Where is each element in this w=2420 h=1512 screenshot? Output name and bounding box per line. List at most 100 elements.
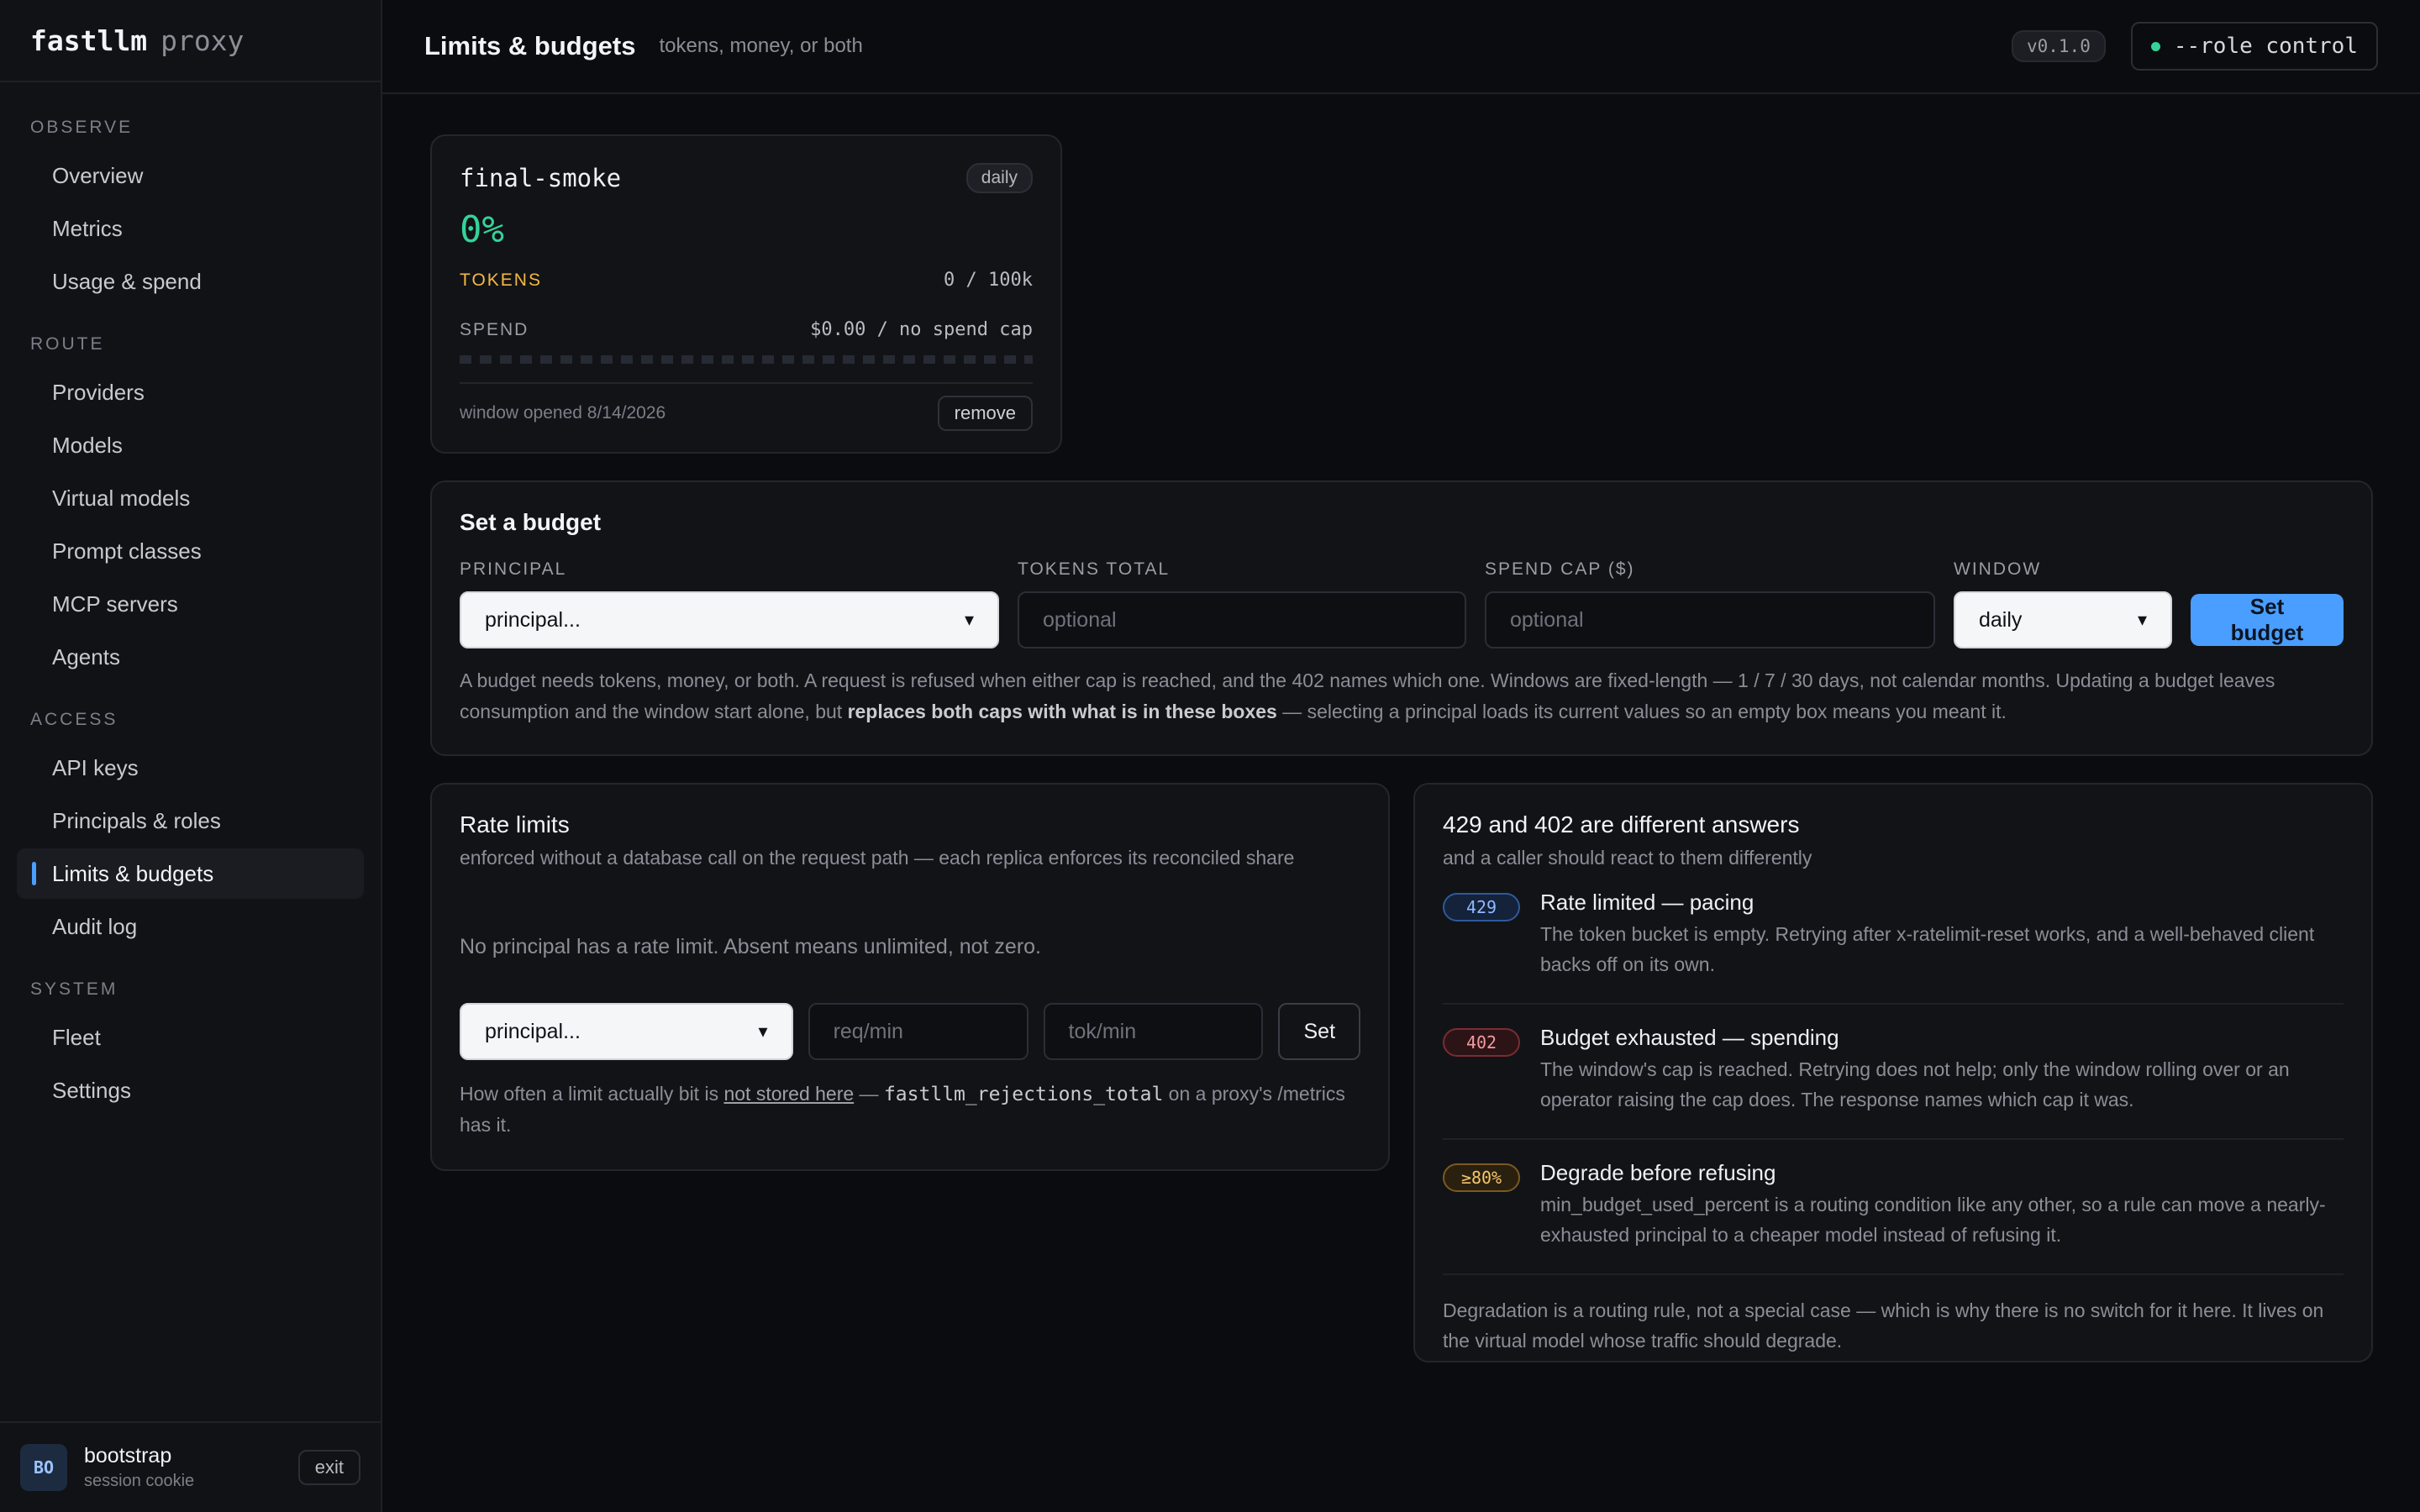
status-codes-title: 429 and 402 are different answers [1443, 811, 1800, 837]
list-item: 402 Budget exhausted — spending The wind… [1443, 1005, 2344, 1140]
rate-limits-empty: No principal has a rate limit. Absent me… [460, 935, 1042, 958]
rate-limits-card: Rate limits enforced without a database … [430, 783, 1390, 1171]
sidebar-item-limits-budgets[interactable]: Limits & budgets [17, 848, 364, 899]
tokens-total-label: TOKENS TOTAL [1018, 559, 1171, 579]
chevron-down-icon: ▾ [758, 1021, 768, 1042]
set-rate-limit-button[interactable]: Set [1278, 1003, 1361, 1060]
budget-card: final-smoke daily 0% TOKENS 0 / 100k SPE… [430, 134, 1062, 454]
principal-select[interactable]: principal... ▾ [460, 591, 999, 648]
tokens-total-input[interactable]: optional [1018, 591, 1466, 648]
version-badge: v0.1.0 [2011, 30, 2106, 62]
sidebar-item-settings[interactable]: Settings [17, 1065, 364, 1116]
status-codes-card: 429 and 402 are different answers and a … [1413, 783, 2373, 1362]
answer-text: The window's cap is reached. Retrying do… [1540, 1058, 2290, 1110]
header-right: v0.1.0 --role control [2011, 22, 2378, 71]
answer-title: Degrade before refusing [1540, 1160, 1776, 1185]
sidebar-item-virtual-models[interactable]: Virtual models [17, 473, 364, 523]
set-budget-button[interactable]: Set budget [2191, 594, 2344, 646]
nav-section-system: SYSTEM [30, 979, 118, 999]
spend-label: SPEND [460, 319, 529, 339]
spend-cap-label: SPEND CAP ($) [1485, 559, 1635, 579]
sidebar-item-usage-spend[interactable]: Usage & spend [17, 256, 364, 307]
sidebar-item-mcp-servers[interactable]: MCP servers [17, 579, 364, 629]
window-label: WINDOW [1954, 559, 2042, 579]
spend-cap-input[interactable]: optional [1485, 591, 1935, 648]
exit-button[interactable]: exit [297, 1450, 360, 1485]
spend-value: $0.00 / no spend cap [810, 319, 1033, 340]
rate-limits-subtitle: enforced without a database call on the … [460, 847, 1295, 869]
list-item: ≥80% Degrade before refusing min_budget_… [1443, 1140, 2344, 1275]
tokens-value: 0 / 100k [944, 270, 1033, 291]
user-panel: BO bootstrap session cookie exit [0, 1421, 381, 1512]
principal-label: PRINCIPAL [460, 559, 567, 579]
nav-section-access: ACCESS [30, 710, 118, 729]
status-dot-icon [2150, 41, 2160, 51]
sidebar-item-metrics[interactable]: Metrics [17, 203, 364, 254]
avatar: BO [20, 1444, 67, 1491]
role-indicator[interactable]: --role control [2130, 22, 2378, 71]
status-codes-subtitle: and a caller should react to them differ… [1443, 847, 1812, 869]
metric-name-code: fastllm_rejections_total [883, 1084, 1164, 1105]
not-stored-link[interactable]: not stored here [723, 1083, 854, 1105]
set-budget-title: Set a budget [460, 509, 602, 535]
set-budget-form: PRINCIPAL principal... ▾ TOKENS TOTAL op… [460, 559, 2344, 648]
sidebar-item-fleet[interactable]: Fleet [17, 1012, 364, 1063]
principal-select-value: principal... [485, 607, 581, 632]
brand-suffix: proxy [160, 24, 245, 57]
page-subtitle: tokens, money, or both [659, 34, 863, 57]
role-label: --role control [2173, 34, 2358, 59]
rate-principal-select[interactable]: principal... ▾ [460, 1003, 793, 1060]
chevron-down-icon: ▾ [2137, 609, 2147, 630]
answer-text: The token bucket is empty. Retrying afte… [1540, 923, 2315, 975]
rate-principal-value: principal... [485, 1019, 581, 1043]
answer-title: Budget exhausted — spending [1540, 1025, 1839, 1050]
budget-window-badge: daily [965, 163, 1033, 193]
sidebar-item-api-keys[interactable]: API keys [17, 743, 364, 793]
sidebar-item-overview[interactable]: Overview [17, 150, 364, 201]
note-text-end: — selecting a principal loads its curren… [1276, 701, 2007, 722]
sidebar-item-principals-roles[interactable]: Principals & roles [17, 795, 364, 846]
sidebar: fastllm proxy OBSERVE Overview Metrics U… [0, 0, 382, 1512]
sidebar-item-audit-log[interactable]: Audit log [17, 901, 364, 952]
page-title: Limits & budgets [424, 31, 636, 60]
sidebar-nav: OBSERVE Overview Metrics Usage & spend R… [0, 82, 381, 1116]
answer-text: min_budget_used_percent is a routing con… [1540, 1194, 2326, 1246]
nav-section-observe: OBSERVE [30, 118, 134, 137]
window-opened-text: window opened 8/14/2026 [460, 403, 666, 423]
req-per-min-input[interactable]: req/min [808, 1003, 1028, 1060]
sidebar-item-models[interactable]: Models [17, 420, 364, 470]
spend-progress-bar [460, 355, 1033, 364]
rate-limit-form: principal... ▾ req/min tok/min Set [460, 1003, 1361, 1060]
user-session: session cookie [84, 1472, 195, 1490]
sidebar-item-prompt-classes[interactable]: Prompt classes [17, 526, 364, 576]
page-header: Limits & budgets tokens, money, or both … [382, 0, 2420, 94]
rate-note-dash: — [854, 1083, 884, 1105]
status-badge: 402 [1443, 1028, 1520, 1057]
window-select[interactable]: daily ▾ [1954, 591, 2172, 648]
status-badge: ≥80% [1443, 1163, 1520, 1192]
list-item: 429 Rate limited — pacing The token buck… [1443, 869, 2344, 1005]
chevron-down-icon: ▾ [964, 609, 974, 630]
budget-principal-name: final-smoke [460, 164, 622, 192]
remove-budget-button[interactable]: remove [937, 396, 1033, 431]
tok-per-min-input[interactable]: tok/min [1043, 1003, 1264, 1060]
note-emphasis: replaces both caps with what is in these… [847, 701, 1277, 722]
nav-section-route: ROUTE [30, 334, 105, 354]
user-meta: bootstrap session cookie [84, 1444, 298, 1491]
rate-note-text: How often a limit actually bit is [460, 1083, 724, 1105]
brand-name: fastllm [30, 24, 148, 57]
set-budget-note: A budget needs tokens, money, or both. A… [460, 665, 2344, 727]
rate-limits-note: How often a limit actually bit is not st… [460, 1079, 1360, 1140]
tokens-label: TOKENS [460, 270, 542, 290]
status-badge: 429 [1443, 893, 1520, 921]
set-budget-card: Set a budget PRINCIPAL principal... ▾ TO… [430, 480, 2373, 756]
user-name: bootstrap [84, 1444, 172, 1467]
answer-title: Rate limited — pacing [1540, 890, 1754, 915]
status-codes-footer: Degradation is a routing rule, not a spe… [1443, 1299, 2324, 1352]
budget-used-percent: 0% [460, 208, 504, 251]
sidebar-item-providers[interactable]: Providers [17, 367, 364, 417]
window-select-value: daily [1979, 607, 2023, 632]
rate-limits-title: Rate limits [460, 811, 570, 837]
sidebar-item-agents[interactable]: Agents [17, 632, 364, 682]
brand-logo[interactable]: fastllm proxy [0, 0, 381, 82]
